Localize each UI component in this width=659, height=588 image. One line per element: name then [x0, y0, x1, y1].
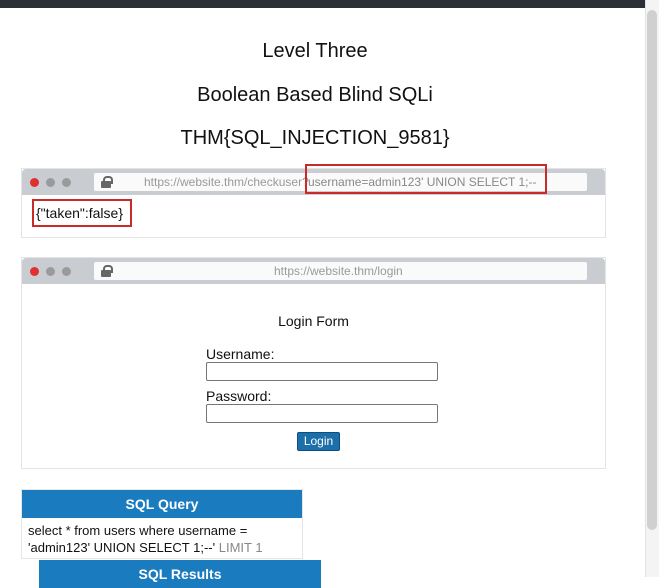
url-path: https://website.thm/checkuser? — [144, 175, 309, 189]
close-dot-icon — [30, 178, 39, 187]
sql-query-panel: SQL Query select * from users where user… — [21, 489, 303, 559]
login-button[interactable]: Login — [297, 432, 340, 451]
minimize-dot-icon — [46, 178, 55, 187]
sql-query-tail: LIMIT 1 — [215, 540, 263, 555]
challenge-subtitle: Boolean Based Blind SQLi — [197, 84, 433, 106]
vertical-scrollbar[interactable] — [645, 0, 659, 577]
close-dot-icon — [30, 267, 39, 276]
sql-query-body: select * from users where username = 'ad… — [22, 518, 302, 560]
response-highlight-box — [32, 199, 132, 227]
level-heading: Level Three — [262, 40, 368, 62]
sql-query-line-1: select * from users where username = — [28, 523, 248, 538]
password-label: Password: — [206, 388, 272, 404]
login-url: https://website.thm/login — [274, 264, 403, 278]
lock-icon — [101, 176, 113, 188]
scrollbar-thumb[interactable] — [647, 10, 657, 530]
username-label: Username: — [206, 346, 275, 362]
address-bar[interactable]: https://website.thm/login — [94, 262, 587, 280]
browser-title-bar: https://website.thm/login — [22, 258, 605, 284]
username-input[interactable] — [206, 362, 438, 381]
flag-text: THM{SQL_INJECTION_9581} — [180, 127, 450, 149]
sql-query-line-2: 'admin123' UNION SELECT 1;--' LIMIT 1 — [28, 539, 296, 556]
query-highlight-box — [305, 164, 547, 194]
maximize-dot-icon — [62, 267, 71, 276]
top-window-bar — [0, 0, 645, 8]
maximize-dot-icon — [62, 178, 71, 187]
password-input[interactable] — [206, 404, 438, 423]
login-browser-mock: https://website.thm/login Login Form Use… — [21, 257, 606, 469]
minimize-dot-icon — [46, 267, 55, 276]
lock-icon — [101, 265, 113, 277]
login-form-title: Login Form — [278, 313, 349, 329]
sql-query-injected: 'admin123' UNION SELECT 1;--' — [28, 540, 216, 555]
sql-query-header: SQL Query — [22, 490, 302, 518]
sql-results-header: SQL Results — [39, 560, 321, 588]
